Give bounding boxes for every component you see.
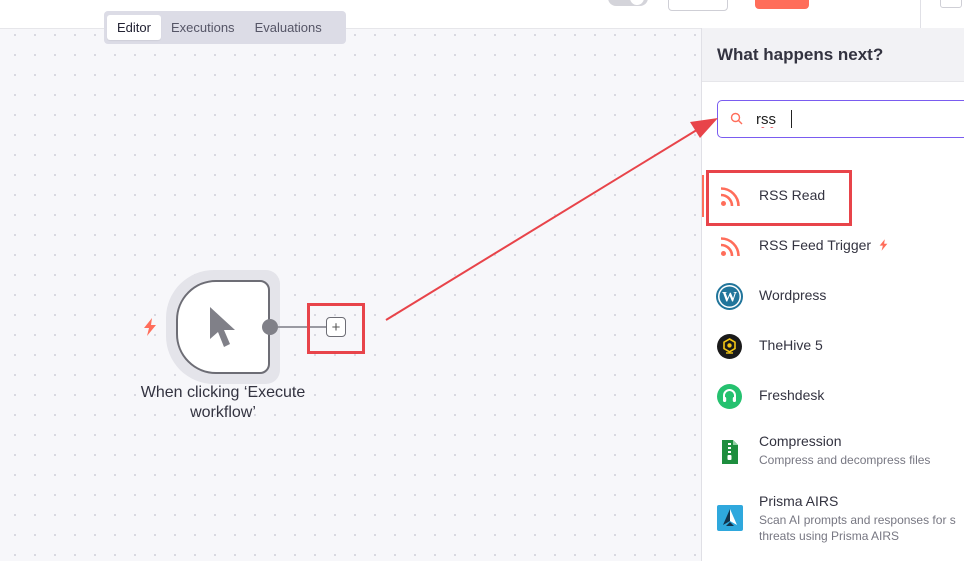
result-name: Prisma AIRS	[759, 493, 839, 509]
freshdesk-icon	[717, 384, 742, 409]
result-prisma-airs[interactable]: Prisma AIRS Scan AI prompts and response…	[702, 486, 964, 556]
tab-executions[interactable]: Executions	[161, 15, 245, 40]
wordpress-icon: W	[716, 283, 743, 310]
result-description: Scan AI prompts and responses for s thre…	[759, 512, 956, 544]
node-creator-panel: What happens next? RSS Read	[701, 28, 964, 561]
view-tabs: Editor Executions Evaluations	[104, 11, 346, 44]
result-description-line1: Scan AI prompts and responses for s	[759, 513, 956, 527]
result-compression[interactable]: Compression Compress and decompress file…	[702, 426, 964, 476]
node-output-handle[interactable]	[262, 319, 278, 335]
node-label: When clicking ‘Execute workflow’	[122, 383, 324, 423]
result-thehive-5[interactable]: TheHive 5	[702, 321, 964, 371]
share-button[interactable]	[668, 0, 728, 11]
compression-icon	[721, 439, 738, 464]
highlight-rss-read	[706, 170, 852, 226]
top-divider	[920, 0, 921, 28]
result-description-line2: threats using Prisma AIRS	[759, 529, 900, 543]
result-name: Freshdesk	[759, 387, 825, 403]
highlight-add-node	[307, 303, 365, 354]
result-name: TheHive 5	[759, 337, 823, 353]
tab-evaluations[interactable]: Evaluations	[245, 15, 332, 40]
panel-title: What happens next?	[717, 45, 884, 64]
result-name: Wordpress	[759, 287, 827, 303]
node-label-line2: workflow’	[190, 404, 256, 421]
text-caret	[791, 110, 792, 128]
prisma-airs-icon	[716, 504, 743, 531]
result-name-text: RSS Feed Trigger	[759, 237, 872, 253]
cursor-pointer-icon	[210, 307, 235, 347]
node-search-box[interactable]	[717, 100, 964, 138]
tab-editor[interactable]: Editor	[107, 15, 161, 40]
workflow-canvas[interactable]	[0, 0, 701, 561]
svg-text:W: W	[722, 290, 737, 306]
trigger-bolt-icon	[879, 239, 888, 251]
search-input[interactable]	[756, 109, 956, 129]
node-label-line1: When clicking ‘Execute	[140, 384, 306, 401]
active-toggle[interactable]	[608, 0, 648, 6]
top-menu-button[interactable]	[940, 0, 962, 8]
search-icon	[730, 112, 743, 125]
result-rss-feed-trigger[interactable]: RSS Feed Trigger	[702, 221, 964, 271]
result-name: Compression	[759, 433, 842, 449]
manual-trigger-node[interactable]	[176, 280, 270, 374]
trigger-bolt-icon	[144, 318, 156, 336]
thehive-icon	[717, 334, 742, 359]
save-button[interactable]	[755, 0, 809, 9]
panel-header: What happens next?	[702, 28, 964, 82]
result-description: Compress and decompress files	[759, 453, 931, 467]
result-name: RSS Feed Trigger	[759, 237, 888, 253]
result-freshdesk[interactable]: Freshdesk	[702, 371, 964, 421]
result-wordpress[interactable]: W Wordpress	[702, 271, 964, 321]
active-indicator	[702, 175, 704, 217]
rss-icon	[720, 236, 740, 256]
